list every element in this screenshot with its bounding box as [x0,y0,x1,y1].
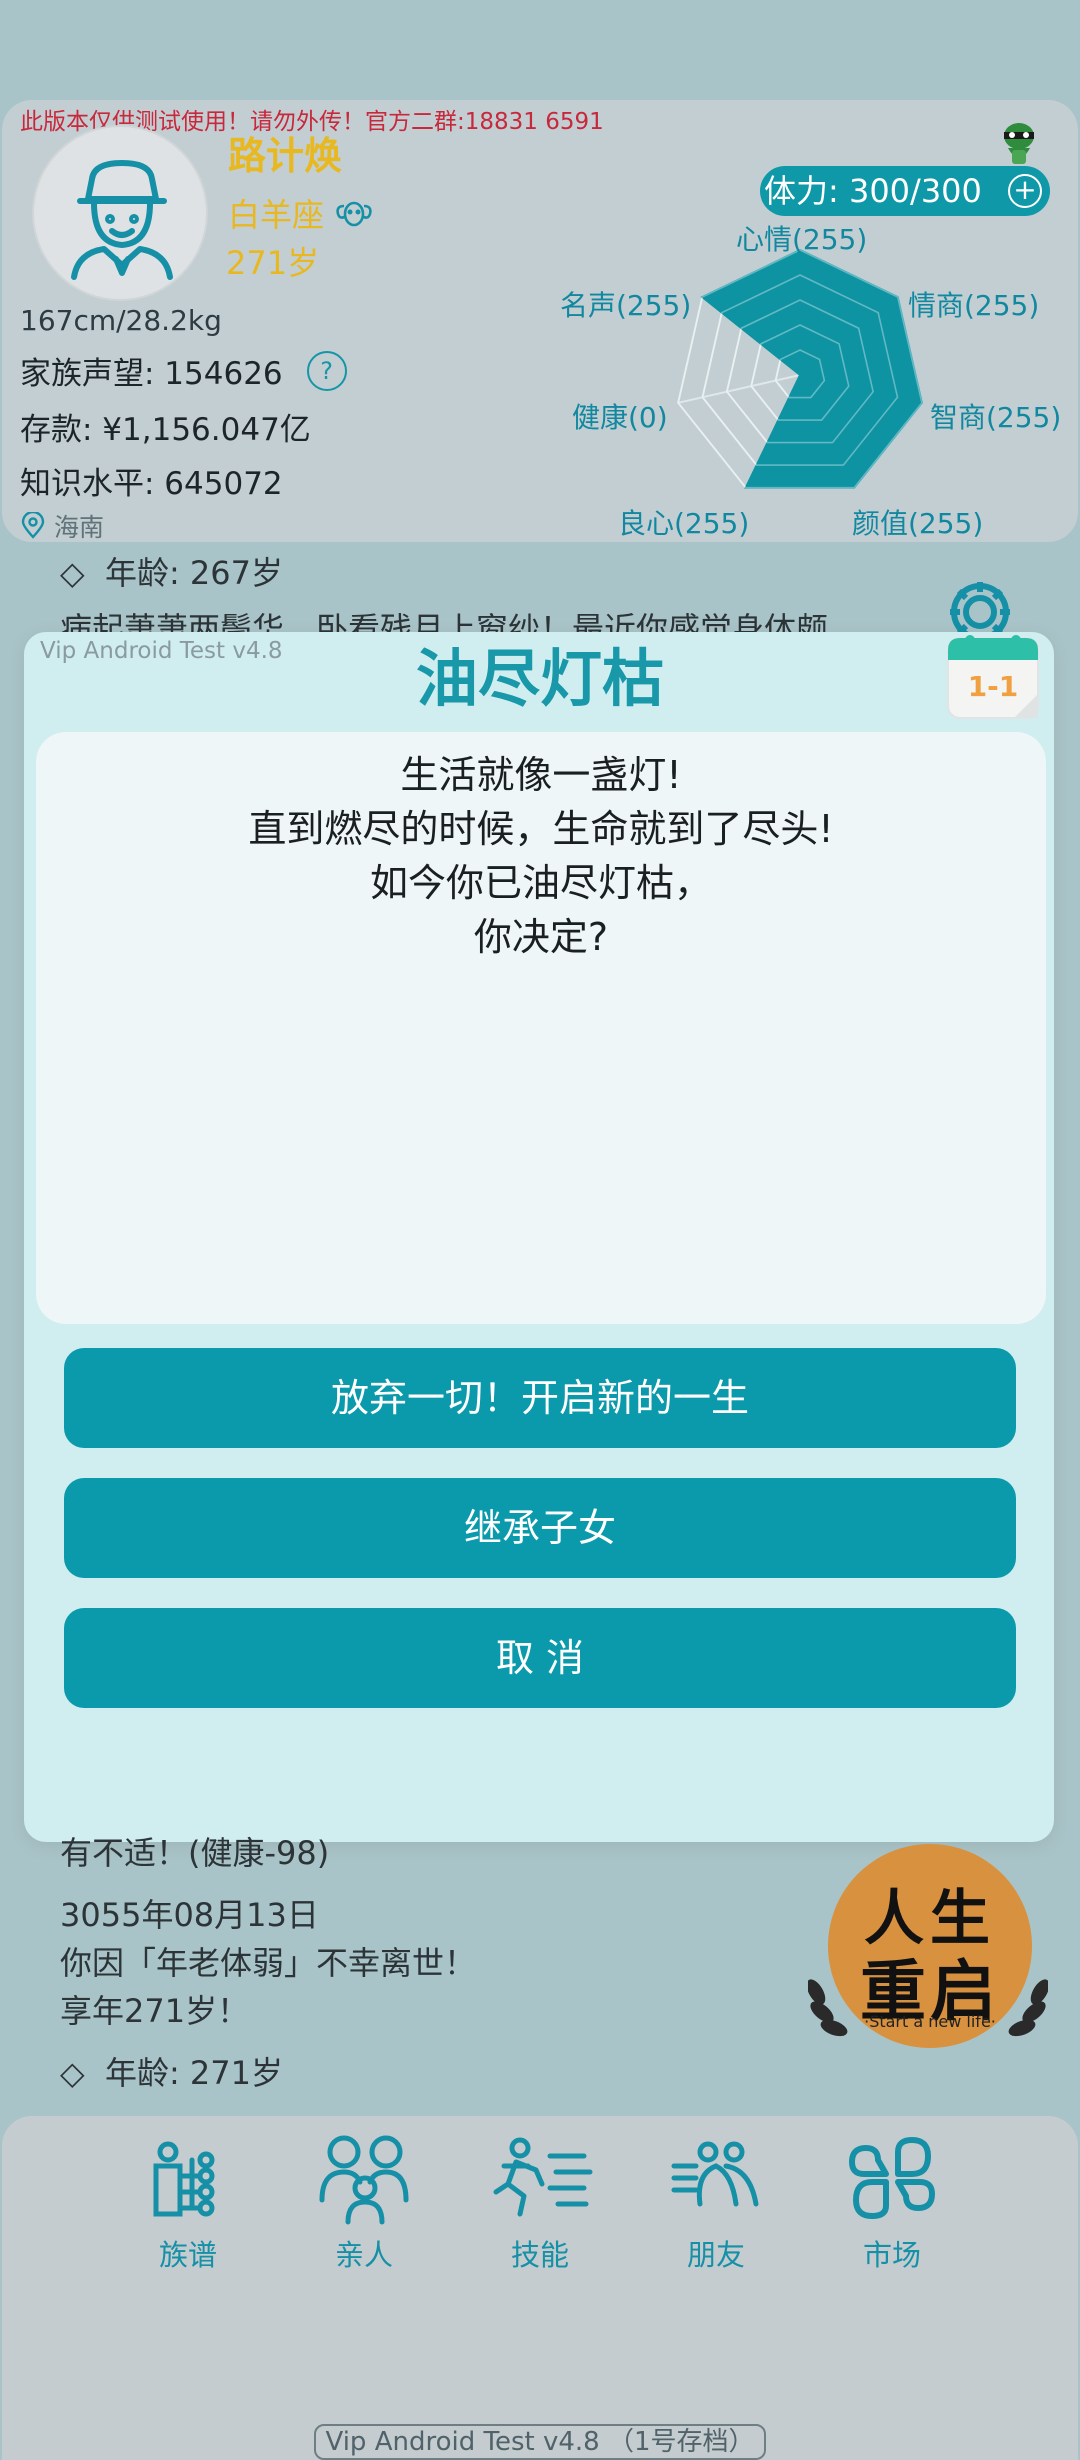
character-age: 271岁 [226,244,320,282]
save-slot-footer: Vip Android Test v4.8 （1号存档） [314,2424,766,2460]
friends-icon [671,2141,759,2207]
calendar-badge: 1-1 [944,630,1042,722]
restart-subtitle: ·Start a new life· [864,2012,996,2031]
nav-family-tree[interactable]: 族谱 [128,2126,248,2272]
radar-label-looks: 颜值(255) [852,507,984,540]
log-entry-age-267: ◇ 年龄: 267岁 [60,554,283,592]
log-entry-partial-bottom: 有不适！(健康-98) [60,1834,330,1872]
height-weight: 167cm/28.2kg [20,304,222,337]
dialog-message-box: 生活就像一盏灯! 直到燃尽的时候，生命就到了尽头! 如今你已油尽灯枯， 你决定? [36,732,1046,1324]
cancel-button[interactable]: 取 消 [64,1608,1016,1708]
radar-label-fame: 名声(255) [560,289,692,322]
dialog-line-2: 直到燃尽的时候，生命就到了尽头! [248,807,834,851]
add-stamina-button[interactable]: + [1008,174,1042,208]
avatar-icon [71,160,173,280]
location: 海南 [20,508,104,544]
dialog-title: 油尽灯枯 [415,642,664,715]
calendar-date: 1-1 [967,670,1019,703]
attribute-radar-chart [677,248,923,489]
ram-icon [336,201,372,227]
log-entry-date: 3055年08月13日 [60,1896,319,1934]
location-label: 海南 [54,513,105,542]
character-name: 路计焕 [228,134,343,178]
log-entry-death: 你因「年老体弱」不幸离世！ [60,1944,477,1982]
dialog-line-3: 如今你已油尽灯枯， [369,861,712,905]
radar-label-iq: 智商(255) [930,401,1062,434]
radar-label-health: 健康(0) [572,401,668,434]
nav-label-skills: 技能 [510,2238,569,2272]
stamina-bar: 体力: 300/300 + [760,166,1050,216]
radar-label-mood: 心情(255) [736,223,868,256]
family-tree-icon [153,2141,215,2217]
inherit-children-button[interactable]: 继承子女 [64,1478,1016,1578]
relatives-icon [319,2135,409,2225]
nav-label-market: 市场 [862,2238,921,2272]
reputation-row: 家族声望: 154626 ? [20,348,347,393]
nav-skills[interactable]: 技能 [480,2126,600,2272]
knowledge-level: 知识水平: 645072 [20,466,283,502]
help-icon[interactable]: ? [306,350,347,391]
avatar[interactable] [32,125,208,301]
stamina-label: 体力: 300/300 [764,172,982,210]
radar-label-eq: 情商(255) [908,289,1040,322]
dialog-line-1: 生活就像一盏灯! [400,753,682,797]
nav-relatives[interactable]: 亲人 [304,2126,424,2272]
restart-life-button[interactable]: 人生 重启 ·Start a new life· [808,1842,1048,2052]
nav-label-family-tree: 族谱 [158,2238,217,2272]
nav-friends[interactable]: 朋友 [656,2126,776,2272]
nav-market[interactable]: 市场 [832,2126,952,2272]
zodiac-label: 白羊座 [228,196,325,234]
nav-label-relatives: 亲人 [334,2238,393,2272]
savings: 存款: ¥1,156.047亿 [20,412,311,448]
radar-label-conscience: 良心(255) [618,507,750,540]
family-reputation: 家族声望: 154626 [20,356,283,392]
start-new-life-button[interactable]: 放弃一切！开启新的一生 [64,1348,1016,1448]
market-icon [849,2137,935,2219]
frog-mascot-icon[interactable] [998,118,1040,168]
zodiac-row: 白羊座 [228,190,374,236]
location-pin-icon [21,512,45,539]
attribute-radar-shape [700,248,923,489]
dialog-line-4: 你决定? [473,915,609,959]
skills-icon [493,2137,593,2217]
log-entry-age-271: ◇ 年龄: 271岁 [60,2054,283,2092]
nav-label-friends: 朋友 [686,2238,745,2272]
log-entry-lifespan: 享年271岁！ [60,1992,250,2030]
